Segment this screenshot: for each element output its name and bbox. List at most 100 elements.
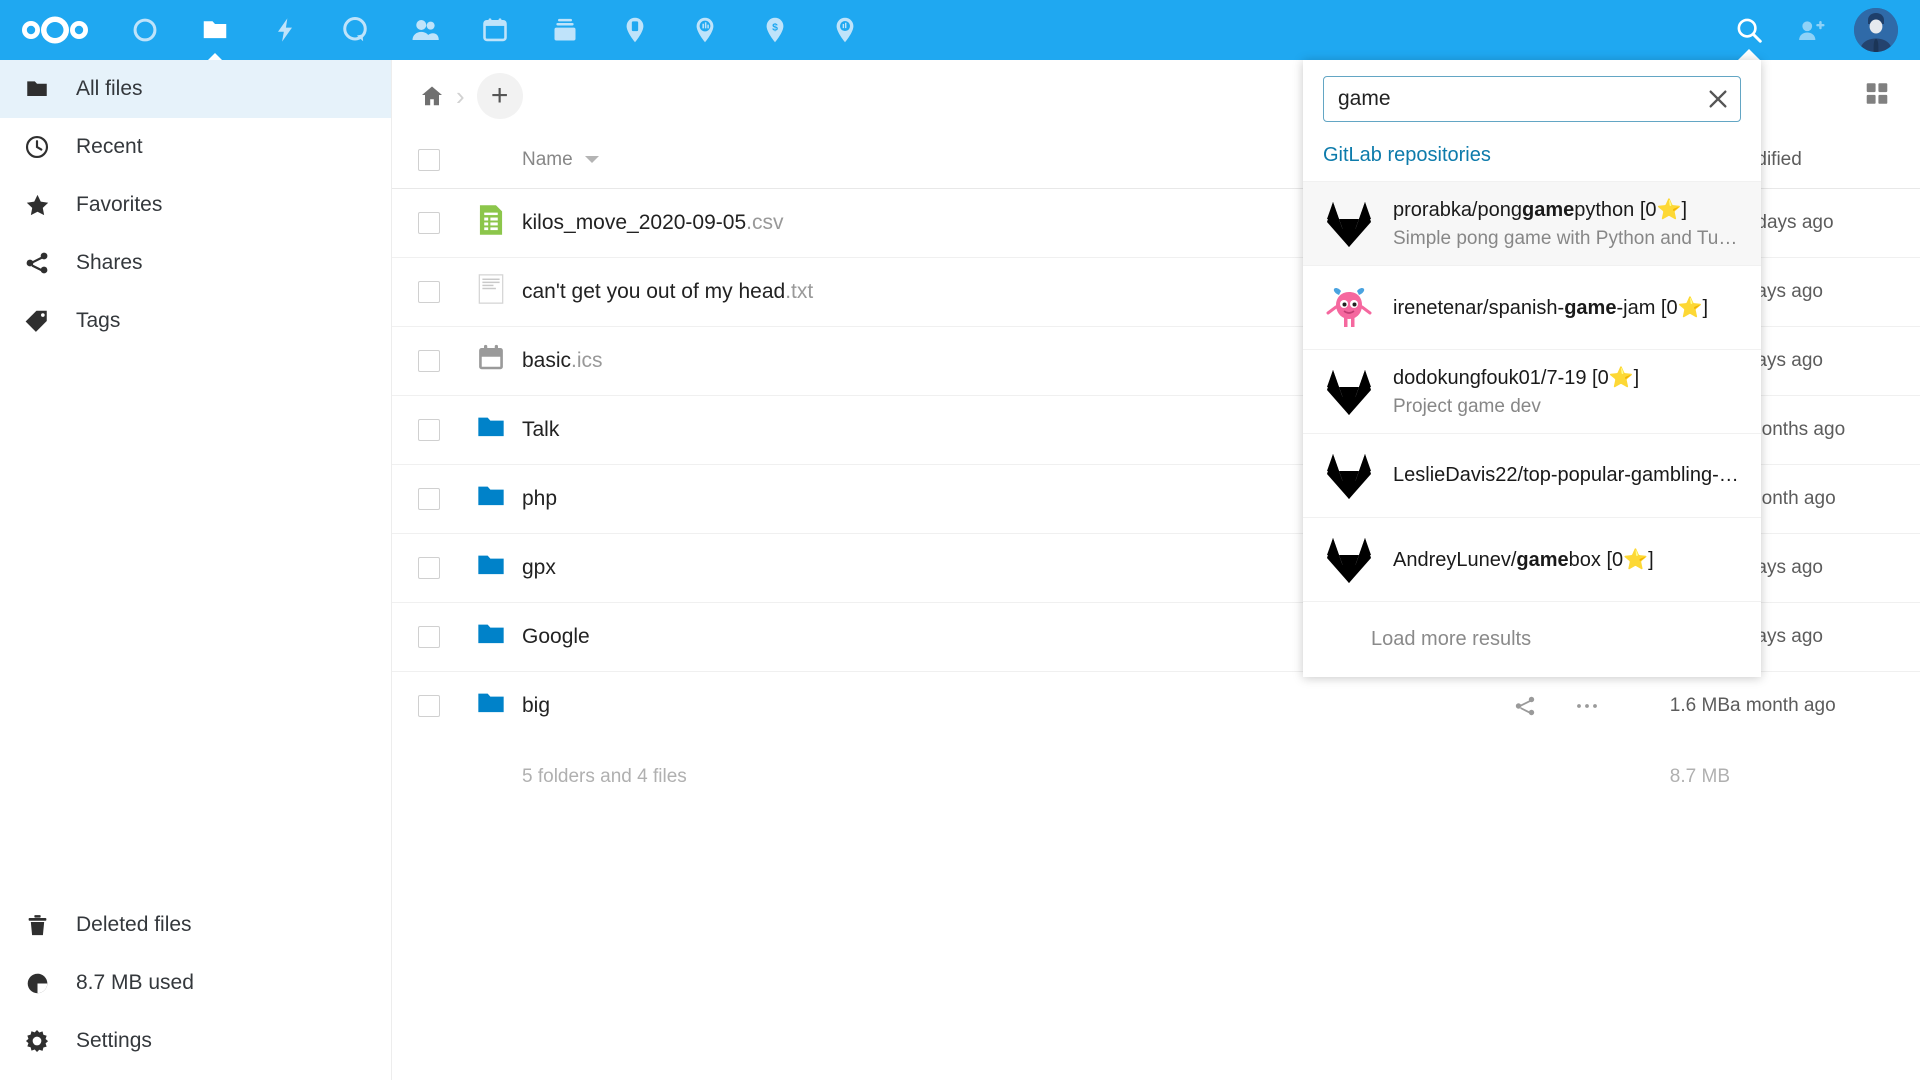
search-result-item[interactable]: dodokungfouk01/7-19 [0⭐] Project game dev [1303, 349, 1761, 433]
app-icon-contacts[interactable] [390, 0, 460, 60]
sidebar-item-label: 8.7 MB used [76, 971, 194, 995]
row-checkbox[interactable] [418, 281, 440, 303]
app-icon-activity[interactable] [250, 0, 320, 60]
search-result-texts: prorabka/ponggamepython [0⭐] Simple pong … [1393, 197, 1741, 250]
user-avatar[interactable] [1854, 8, 1898, 52]
star-icon: ⭐ [1609, 367, 1634, 389]
search-result-texts: dodokungfouk01/7-19 [0⭐] Project game dev [1393, 365, 1741, 418]
quota-icon [14, 960, 60, 1006]
search-result-item[interactable]: LeslieDavis22/top-popular-gambling-gam… [1303, 433, 1761, 517]
app-icon-calendar[interactable] [460, 0, 530, 60]
share-action-cell[interactable] [1494, 671, 1556, 740]
search-result-title: dodokungfouk01/7-19 [0⭐] [1393, 365, 1741, 390]
sidebar: All files Recent Favorites Shares [0, 60, 392, 1080]
row-checkbox-cell [392, 533, 460, 602]
gitlab-fox-icon [1323, 198, 1375, 250]
app-icon-gpxpod[interactable] [670, 0, 740, 60]
file-name[interactable]: Talk [522, 418, 559, 441]
row-checkbox-cell [392, 395, 460, 464]
folder-icon [460, 395, 522, 464]
sidebar-item-favorites[interactable]: Favorites [0, 176, 391, 234]
sidebar-item-all-files[interactable]: All files [0, 60, 391, 118]
star-icon: ⭐ [1678, 297, 1703, 319]
row-checkbox[interactable] [418, 350, 440, 372]
table-row[interactable]: big1.6 MBa month ago [392, 671, 1920, 740]
sidebar-item-tags[interactable]: Tags [0, 292, 391, 350]
search-result-subtitle: Simple pong game with Python and Turtl… [1393, 228, 1741, 250]
folder-icon [460, 602, 522, 671]
sidebar-item-recent[interactable]: Recent [0, 118, 391, 176]
sidebar-item-label: Recent [76, 135, 143, 159]
sidebar-item-quota[interactable]: 8.7 MB used [0, 954, 391, 1012]
name-header-label: Name [522, 149, 573, 171]
file-name[interactable]: php [522, 487, 557, 510]
row-checkbox[interactable] [418, 488, 440, 510]
gitlab-fox-icon [1323, 366, 1375, 418]
row-checkbox[interactable] [418, 557, 440, 579]
app-header: $ [0, 0, 1920, 60]
summary-spacer-more [1556, 740, 1618, 814]
search-result-item[interactable]: AndreyLunev/gamebox [0⭐] [1303, 517, 1761, 601]
select-all-checkbox[interactable] [418, 149, 440, 171]
app-icon-cospend[interactable]: $ [740, 0, 810, 60]
more-action-cell[interactable] [1556, 671, 1618, 740]
row-checkbox-cell [392, 188, 460, 257]
calendar-file-icon [460, 326, 522, 395]
summary-text: 5 folders and 4 files [522, 740, 1494, 814]
file-name[interactable]: can't get you out of my head.txt [522, 280, 813, 303]
load-more-results-button[interactable]: Load more results [1303, 601, 1761, 677]
row-checkbox-cell [392, 602, 460, 671]
file-name-cell[interactable]: big [522, 671, 1494, 740]
app-icon-maps[interactable] [810, 0, 880, 60]
search-result-title: AndreyLunev/gamebox [0⭐] [1393, 547, 1741, 572]
chevron-down-icon [585, 156, 599, 163]
app-icon-talk[interactable] [320, 0, 390, 60]
row-checkbox[interactable] [418, 419, 440, 441]
gear-icon [14, 1018, 60, 1064]
row-checkbox[interactable] [418, 212, 440, 234]
folder-icon [460, 464, 522, 533]
contacts-menu-icon[interactable] [1780, 0, 1842, 60]
file-name[interactable]: kilos_move_2020-09-05.csv [522, 211, 783, 234]
search-panel: GitLab repositories prorabka/ponggamepyt… [1303, 60, 1761, 677]
grid-view-icon[interactable] [1864, 81, 1890, 112]
pink-monster-avatar [1323, 282, 1375, 334]
sidebar-item-label: Shares [76, 251, 143, 275]
close-icon[interactable] [1696, 77, 1740, 121]
search-result-item[interactable]: irenetenar/spanish-game-jam [0⭐] [1303, 265, 1761, 349]
search-result-item[interactable]: prorabka/ponggamepython [0⭐] Simple pong … [1303, 181, 1761, 265]
nextcloud-logo[interactable] [0, 0, 110, 60]
file-name[interactable]: big [522, 694, 550, 717]
search-result-title: prorabka/ponggamepython [0⭐] [1393, 197, 1741, 222]
file-name[interactable]: basic.ics [522, 349, 603, 372]
file-name[interactable]: gpx [522, 556, 556, 579]
sidebar-item-label: Tags [76, 309, 120, 333]
row-checkbox[interactable] [418, 626, 440, 648]
row-checkbox-cell [392, 257, 460, 326]
app-icon-dashboard[interactable] [110, 0, 180, 60]
sidebar-item-shares[interactable]: Shares [0, 234, 391, 292]
summary-spacer-date [1730, 740, 1920, 814]
new-file-button[interactable]: + [477, 73, 523, 119]
file-modified: a month ago [1730, 671, 1920, 740]
more-actions-icon[interactable] [1556, 701, 1618, 711]
app-icon-deck[interactable] [530, 0, 600, 60]
icon-header [460, 132, 522, 188]
select-all-cell [392, 132, 460, 188]
app-icon-files[interactable] [180, 0, 250, 60]
csv-file-icon [460, 188, 522, 257]
share-icon[interactable] [1494, 694, 1556, 718]
search-input[interactable] [1324, 77, 1696, 121]
row-checkbox[interactable] [418, 695, 440, 717]
file-name[interactable]: Google [522, 625, 590, 648]
search-icon[interactable] [1718, 0, 1780, 60]
sidebar-item-settings[interactable]: Settings [0, 1012, 391, 1070]
app-icon-phonetrack[interactable] [600, 0, 670, 60]
search-result-texts: LeslieDavis22/top-popular-gambling-gam… [1393, 464, 1741, 487]
breadcrumb: › + [410, 73, 523, 119]
search-result-subtitle: Project game dev [1393, 396, 1741, 418]
results-heading[interactable]: GitLab repositories [1323, 122, 1741, 181]
home-icon[interactable] [410, 74, 454, 118]
sidebar-item-deleted-files[interactable]: Deleted files [0, 896, 391, 954]
summary-spacer-check [392, 740, 460, 814]
